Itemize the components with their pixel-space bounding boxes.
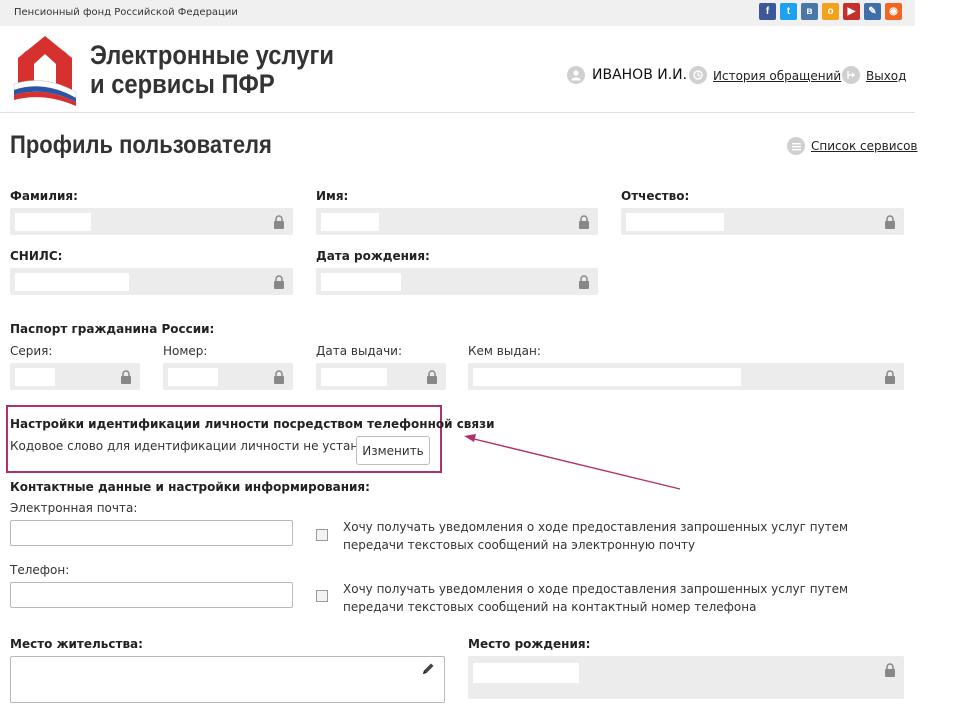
services-list-link[interactable]: Список сервисов	[811, 139, 918, 153]
birthplace-field	[468, 656, 904, 699]
redacted-value	[321, 213, 379, 231]
rss-icon[interactable]: ◉	[885, 3, 902, 20]
facebook-icon[interactable]: f	[759, 3, 776, 20]
lock-icon	[274, 370, 284, 384]
surname-label: Фамилия:	[10, 189, 78, 203]
name-label: Имя:	[316, 189, 349, 203]
lock-icon	[885, 663, 895, 677]
email-label: Электронная почта:	[10, 501, 138, 515]
user-name[interactable]: ИВАНОВ И.И.	[592, 67, 687, 83]
twitter-icon[interactable]: t	[780, 3, 797, 20]
residence-label: Место жительства:	[10, 637, 143, 651]
email-consent-text: Хочу получать уведомления о ходе предост…	[343, 520, 849, 552]
passport-issued-by-label: Кем выдан:	[468, 344, 541, 358]
passport-issued-by-field	[468, 363, 904, 390]
lock-icon	[579, 275, 589, 289]
page-title: Профиль пользователя	[10, 131, 272, 159]
surname-field	[10, 208, 293, 235]
edit-pencil-icon[interactable]	[422, 662, 435, 675]
redacted-value	[15, 368, 55, 386]
passport-title: Паспорт гражданина России:	[10, 322, 215, 336]
lock-icon	[885, 215, 895, 229]
identification-title: Настройки идентификации личности посредс…	[10, 417, 495, 431]
logout-icon[interactable]	[842, 66, 860, 84]
birthplace-label: Место рождения:	[468, 637, 591, 651]
redacted-value	[626, 213, 724, 231]
brand-line-1: Электронные услуги	[90, 40, 335, 70]
redacted-value	[473, 663, 579, 683]
passport-issue-date-label: Дата выдачи:	[316, 344, 403, 358]
patronymic-field	[621, 208, 904, 235]
patronymic-label: Отчество:	[621, 189, 690, 203]
phone-consent-text: Хочу получать уведомления о ходе предост…	[343, 582, 849, 614]
birth-date-field	[316, 268, 598, 295]
annotation-arrow	[464, 434, 681, 490]
history-icon[interactable]	[689, 66, 707, 84]
phone-input[interactable]	[10, 582, 293, 608]
snils-label: СНИЛС:	[10, 249, 63, 263]
social-links: f t в о ▶ ✎ ◉	[759, 3, 902, 20]
email-notify-checkbox[interactable]	[316, 529, 328, 541]
youtube-icon[interactable]: ▶	[843, 3, 860, 20]
logout-link[interactable]: Выход	[866, 69, 906, 83]
lock-icon	[885, 370, 895, 384]
passport-number-field	[163, 363, 293, 390]
lock-icon	[274, 215, 284, 229]
contacts-title: Контактные данные и настройки информиров…	[10, 480, 370, 494]
passport-issue-date-field	[316, 363, 446, 390]
history-link[interactable]: История обращений	[713, 69, 841, 83]
brand-line-2: и сервисы ПФР	[90, 69, 275, 99]
vk-icon[interactable]: в	[801, 3, 818, 20]
lock-icon	[121, 370, 131, 384]
redacted-value	[473, 368, 741, 386]
redacted-value	[321, 273, 401, 291]
change-codeword-button[interactable]: Изменить	[356, 436, 430, 465]
passport-number-label: Номер:	[163, 344, 208, 358]
pfr-logo[interactable]	[10, 34, 80, 106]
livejournal-icon[interactable]: ✎	[864, 3, 881, 20]
passport-series-field	[10, 363, 140, 390]
name-field	[316, 208, 598, 235]
redacted-value	[15, 273, 129, 291]
user-icon	[567, 66, 585, 84]
snils-field	[10, 268, 293, 295]
redacted-value	[168, 368, 218, 386]
residence-input[interactable]	[10, 656, 445, 703]
lock-icon	[427, 370, 437, 384]
birth-date-label: Дата рождения:	[316, 249, 430, 263]
passport-series-label: Серия:	[10, 344, 53, 358]
list-icon[interactable]	[787, 137, 805, 155]
lock-icon	[579, 215, 589, 229]
org-name: Пенсионный фонд Российской Федерации	[14, 7, 238, 18]
phone-notify-checkbox[interactable]	[316, 590, 328, 602]
brand-title: Электронные услуги и сервисы ПФР	[90, 41, 334, 99]
phone-label: Телефон:	[10, 563, 70, 577]
redacted-value	[321, 368, 387, 386]
email-input[interactable]	[10, 520, 293, 546]
odnoklassniki-icon[interactable]: о	[822, 3, 839, 20]
redacted-value	[15, 213, 91, 231]
identification-status: Кодовое слово для идентификации личности…	[10, 439, 407, 453]
lock-icon	[274, 275, 284, 289]
top-bar: Пенсионный фонд Российской Федерации f t…	[0, 0, 915, 26]
